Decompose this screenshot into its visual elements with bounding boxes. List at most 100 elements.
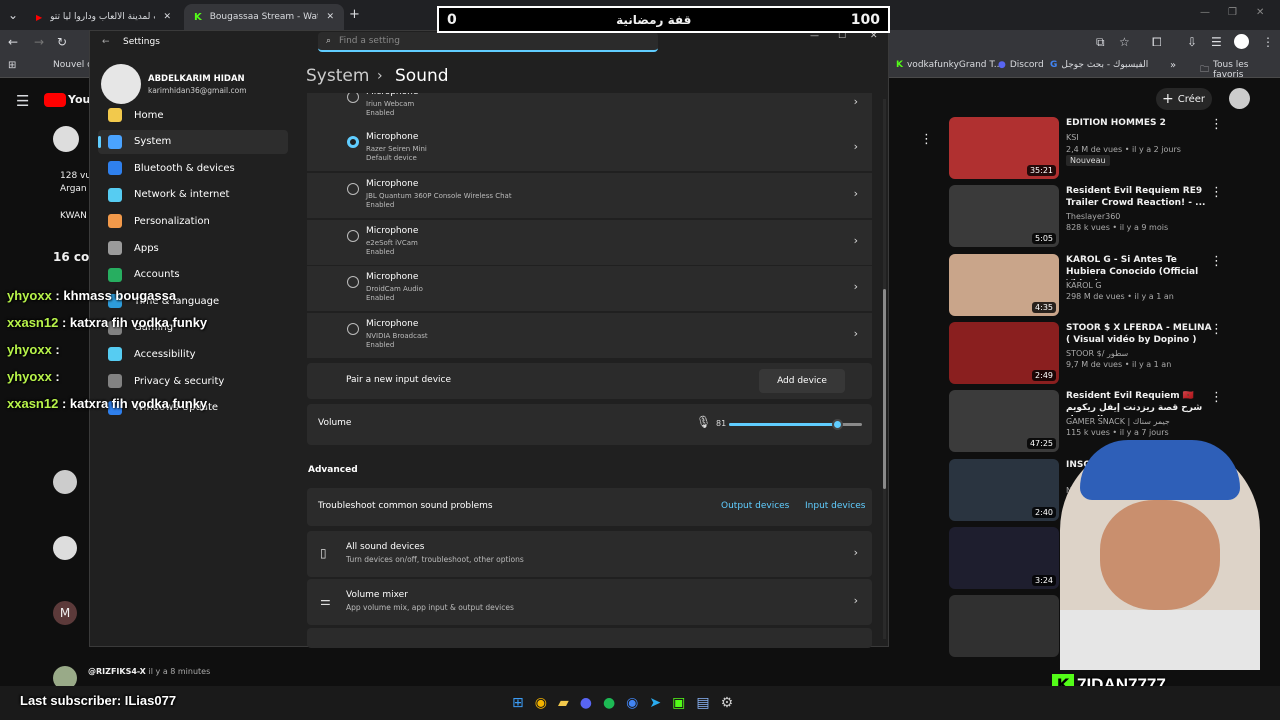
video-title[interactable]: Resident Evil Requiem 🇲🇦 شرح قصة ريزدنت … [1066,390,1214,416]
microphone-row[interactable]: Microphone NVIDIA Broadcast Enabled › [307,313,872,359]
output-devices-link[interactable]: Output devices [721,501,789,511]
suggested-video[interactable]: 2:49 STOOR $ X LFERDA - MELINA ( Visual v… [949,321,1229,386]
more-options-icon[interactable]: ⋮ [1210,390,1223,405]
video-thumbnail[interactable]: 4:35 [949,253,1059,316]
microphone-row[interactable]: Microphone e2eSoft iVCam Enabled › [307,220,872,266]
telegram-icon[interactable]: ➤ [649,695,661,711]
microphone-row[interactable]: Microphone DroidCam Audio Enabled › [307,266,872,312]
user-name: ABDELKARIM HIDAN [148,74,245,84]
account-avatar[interactable] [1229,88,1250,109]
chrome-icon[interactable]: ◉ [535,695,547,711]
volume-slider[interactable] [729,419,862,430]
microphone-icon[interactable]: 🎙 [696,415,711,429]
volume-mixer-row[interactable]: ⚌ Volume mixer App volume mix, app input… [307,579,872,625]
microphone-row[interactable]: Microphone JBL Quantum 360P Console Wirel… [307,173,872,219]
device-radio[interactable] [347,136,359,148]
video-thumbnail[interactable]: 2:49 [949,321,1059,384]
chat-message: xxasn12 : katxra fih vodka funky [7,396,207,411]
hamburger-menu-icon[interactable]: ☰ [16,92,29,110]
suggested-video[interactable]: 35:21 EDITION HOMMES 2 KSI 2,4 M de vues • … [949,117,1229,181]
more-options-icon[interactable]: ⋮ [1210,117,1223,132]
video-thumbnail[interactable]: 2:40 [949,458,1059,521]
more-options-icon[interactable]: ⋮ [920,132,933,147]
comment-time: il y a 8 minutes [148,667,211,676]
mixer-title: Volume mixer [346,590,408,600]
profile-avatar[interactable] [1234,34,1249,49]
close-window-icon[interactable]: ✕ [1256,7,1264,18]
forward-icon[interactable]: → [34,35,44,49]
spotify-icon[interactable]: ● [603,695,615,711]
comment-author[interactable]: @RIZFIKS4-X il y a 8 minutes [88,667,210,676]
more-options-icon[interactable]: ⋮ [1210,254,1223,269]
create-button[interactable]: + Créer [1156,88,1212,110]
tune-icon[interactable]: ☰ [1211,35,1222,49]
scrollbar-thumb[interactable] [883,289,886,489]
input-devices-link[interactable]: Input devices [805,501,865,511]
chat-message: yhyoxx : [7,369,60,384]
bookmark-item[interactable]: ● Discord [998,60,1044,70]
microphone-row[interactable]: Microphone Razer Seiren Mini Default devic… [307,126,872,172]
minimize-icon[interactable]: — [1200,7,1210,18]
video-thumbnail[interactable]: 5:05 [949,185,1059,248]
tab-search-icon[interactable]: ⌄ [8,8,18,22]
search-box[interactable]: ⌕ Find a setting [318,32,658,52]
video-channel[interactable]: KAROL G [1066,280,1214,291]
bookmark-star-icon[interactable]: ☆ [1119,35,1130,49]
content-scroll-area[interactable]: MicrophoneIriun WebcamEnabled›Microphone… [90,93,888,648]
tab-stream[interactable]: K Bougassaa Stream - Watch Live ✕ [184,4,344,30]
bookmark-item[interactable]: G الفيسبوك - بحث جوجل [1050,60,1148,70]
discord-icon[interactable]: ● [580,695,592,711]
app-icon[interactable]: ▤ [696,695,709,711]
install-icon[interactable]: ⧉ [1096,35,1105,50]
bookmark-item[interactable]: KvodkafunkyGrand T... [896,60,1002,70]
more-options-icon[interactable]: ⋮ [1210,185,1223,200]
tab-video[interactable]: ▶ دخلت لمدينة الألعاب وداروا ليا تتو ✕ [26,4,181,30]
video-title[interactable]: Resident Evil Requiem RE9 Trailer Crowd … [1066,185,1214,209]
breadcrumb-parent[interactable]: System [306,66,369,86]
download-icon[interactable]: ⇩ [1187,35,1197,49]
back-arrow-icon[interactable]: ← [102,37,110,47]
video-title[interactable]: STOOR $ X LFERDA - MELINA ( Visual vidéo… [1066,322,1214,346]
device-radio[interactable] [347,93,359,103]
device-radio[interactable] [347,183,359,195]
suggested-video[interactable]: 4:35 KAROL G - Si Antes Te Hubiera Conoci… [949,253,1229,318]
more-bookmarks-icon[interactable]: » [1170,60,1176,71]
volume-thumb[interactable] [831,419,843,430]
close-tab-icon[interactable]: ✕ [326,12,334,22]
windows-start-icon[interactable]: ⊞ [512,695,524,711]
video-channel[interactable]: Theslayer360 [1066,211,1214,222]
device-radio[interactable] [347,323,359,335]
reload-icon[interactable]: ↻ [57,35,67,49]
microphone-row[interactable]: Microphone Iriun WebcamEnabled › [307,93,872,127]
video-thumbnail[interactable]: 35:21 [949,117,1059,179]
video-channel[interactable]: KSI [1066,132,1214,143]
file-explorer-icon[interactable]: ▰ [558,695,569,711]
video-title[interactable]: KAROL G - Si Antes Te Hubiera Conocido (… [1066,254,1214,280]
video-thumbnail[interactable]: 47:25 [949,390,1059,453]
bookmark-item[interactable]: Nouvel o [53,60,93,70]
game-icon[interactable]: ▣ [672,695,685,711]
device-radio[interactable] [347,230,359,242]
new-tab-button[interactable]: + [349,7,360,22]
menu-kebab-icon[interactable]: ⋮ [1262,35,1274,49]
all-sound-devices-row[interactable]: ▯ All sound devices Turn devices on/off,… [307,531,872,577]
apps-grid-icon[interactable]: ⊞ [8,60,16,71]
close-tab-icon[interactable]: ✕ [163,12,171,22]
suggested-video[interactable]: 5:05 Resident Evil Requiem RE9 Trailer Cr… [949,185,1229,249]
device-radio[interactable] [347,276,359,288]
video-channel[interactable]: STOOR $/ سطور [1066,348,1214,359]
video-thumbnail[interactable] [949,595,1059,658]
channel-avatar[interactable] [53,126,79,152]
bookmark-folder[interactable]: 🗀 Tous les favoris [1200,60,1280,80]
video-thumbnail[interactable]: 3:24 [949,526,1059,589]
settings-gear-icon[interactable]: ⚙ [721,695,734,711]
video-title[interactable]: EDITION HOMMES 2 [1066,117,1214,129]
back-icon[interactable]: ← [8,35,18,49]
maximize-icon[interactable]: ❐ [1228,7,1237,18]
scrollbar[interactable] [883,99,886,639]
video-channel[interactable]: GAMER SNACK | جيمر سناك [1066,416,1214,427]
chrome-profile-icon[interactable]: ◉ [626,695,638,711]
add-device-button[interactable]: Add device [759,369,845,393]
more-options-icon[interactable]: ⋮ [1210,322,1223,337]
extensions-icon[interactable]: ⧠ [1152,35,1162,50]
